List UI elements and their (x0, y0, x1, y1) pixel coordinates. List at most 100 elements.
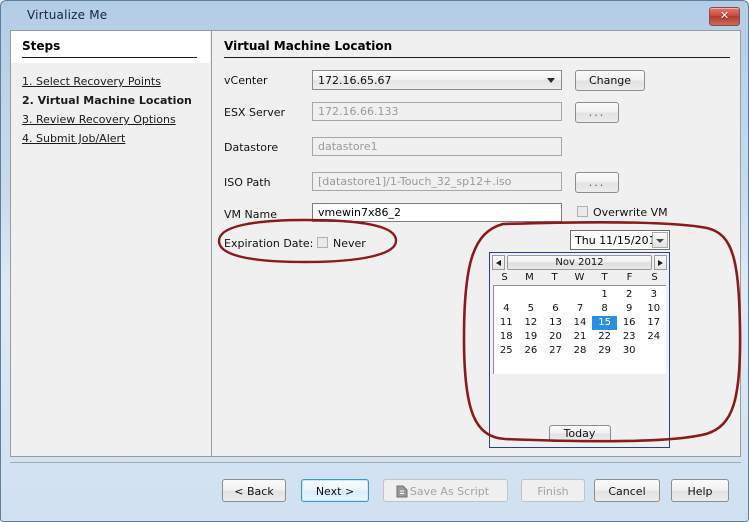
vcenter-value: 172.16.65.67 (318, 74, 391, 87)
vcenter-label: vCenter (224, 74, 268, 87)
steps-sidebar: Steps 1. Select Recovery Points 2. Virtu… (10, 30, 211, 457)
calendar-day[interactable] (641, 344, 666, 358)
calendar-prev-month-button[interactable] (492, 255, 505, 270)
calendar-day[interactable]: 10 (641, 302, 666, 316)
script-icon (396, 485, 408, 498)
expiration-date-label: Expiration Date: (224, 237, 313, 250)
calendar-day[interactable]: 25 (494, 344, 519, 358)
calendar-day[interactable]: 9 (617, 302, 642, 316)
back-button[interactable]: < Back (222, 479, 286, 502)
expiration-date-picker[interactable]: Thu 11/15/2012 (570, 230, 670, 250)
footer-separator (10, 462, 741, 463)
vm-name-input[interactable]: vmewin7x86_2 (312, 203, 562, 222)
close-button[interactable]: ✕ (709, 7, 740, 26)
save-as-script-label: Save As Script (410, 485, 489, 498)
calendar-week: 25 26 27 28 29 30 (494, 344, 666, 358)
help-button[interactable]: Help (671, 479, 729, 502)
cancel-button[interactable]: Cancel (594, 479, 660, 502)
page-title: Virtual Machine Location (224, 39, 392, 53)
steps-heading: Steps (22, 39, 60, 53)
esx-server-field: 172.16.66.133 (312, 102, 562, 121)
calendar-day-selected[interactable]: 15 (592, 316, 617, 330)
calendar-popup[interactable]: Nov 2012 S M T W T F S 1 2 (489, 252, 670, 448)
day-header: S (492, 271, 517, 285)
calendar-day[interactable]: 3 (641, 288, 666, 302)
day-header: T (542, 271, 567, 285)
title-bar: Virtualize Me ✕ (1, 1, 748, 29)
checkbox-icon (577, 206, 588, 217)
sidebar-item-submit-job-alert[interactable]: 4. Submit Job/Alert (22, 132, 207, 145)
dialog-window: Virtualize Me ✕ Steps 1. Select Recovery… (0, 0, 749, 522)
overwrite-vm-checkbox[interactable]: Overwrite VM (577, 206, 668, 219)
calendar-day[interactable]: 26 (519, 344, 544, 358)
day-header: M (517, 271, 542, 285)
content-panel: Virtual Machine Location vCenter 172.16.… (211, 30, 741, 457)
window-title: Virtualize Me (27, 8, 107, 22)
iso-path-field: [datastore1]/1-Touch_32_sp12+.iso (312, 172, 562, 191)
iso-path-browse-button[interactable]: ... (575, 172, 619, 193)
chevron-down-icon (656, 239, 664, 243)
calendar-day[interactable]: 16 (617, 316, 642, 330)
calendar-next-month-button[interactable] (654, 255, 667, 270)
esx-server-browse-button[interactable]: ... (575, 102, 619, 123)
calendar-day[interactable]: 8 (592, 302, 617, 316)
sidebar-item-select-recovery-points[interactable]: 1. Select Recovery Points (22, 75, 207, 88)
calendar-day[interactable]: 18 (494, 330, 519, 344)
calendar-month-label[interactable]: Nov 2012 (507, 255, 652, 270)
calendar-day[interactable]: 19 (519, 330, 544, 344)
calendar-day[interactable]: 2 (617, 288, 642, 302)
calendar-day[interactable]: 7 (568, 302, 593, 316)
calendar-day[interactable]: 27 (543, 344, 568, 358)
calendar-day[interactable]: 21 (568, 330, 593, 344)
overwrite-vm-label: Overwrite VM (593, 206, 668, 219)
datastore-label: Datastore (224, 141, 278, 154)
calendar-day[interactable] (568, 288, 593, 302)
calendar-day[interactable]: 5 (519, 302, 544, 316)
calendar-week: 4 5 6 7 8 9 10 (494, 302, 666, 316)
calendar-day[interactable]: 11 (494, 316, 519, 330)
calendar-day[interactable]: 14 (568, 316, 593, 330)
expiration-date-value: Thu 11/15/2012 (575, 234, 663, 247)
expiration-never-checkbox[interactable]: Never (317, 237, 366, 250)
calendar-day[interactable]: 28 (568, 344, 593, 358)
page-title-rule (224, 57, 730, 58)
steps-list: 1. Select Recovery Points 2. Virtual Mac… (22, 75, 207, 151)
sidebar-item-review-recovery-options[interactable]: 3. Review Recovery Options (22, 113, 207, 126)
calendar-day[interactable]: 13 (543, 316, 568, 330)
day-header: S (642, 271, 667, 285)
calendar-day[interactable] (543, 288, 568, 302)
calendar-day[interactable]: 1 (592, 288, 617, 302)
calendar-day[interactable]: 24 (641, 330, 666, 344)
day-header: W (567, 271, 592, 285)
calendar-today-button[interactable]: Today (549, 425, 611, 442)
calendar-day[interactable]: 23 (617, 330, 642, 344)
sidebar-item-virtual-machine-location[interactable]: 2. Virtual Machine Location (22, 94, 207, 107)
vcenter-combobox[interactable]: 172.16.65.67 (312, 70, 562, 90)
next-button[interactable]: Next > (301, 479, 369, 502)
date-dropdown-button[interactable] (652, 232, 668, 248)
calendar-day[interactable]: 17 (641, 316, 666, 330)
expiration-never-label: Never (333, 237, 366, 250)
day-header: T (592, 271, 617, 285)
chevron-right-icon (658, 260, 663, 266)
datastore-field: datastore1 (312, 137, 562, 156)
close-icon: ✕ (710, 8, 739, 24)
calendar-day[interactable]: 20 (543, 330, 568, 344)
calendar-grid: 1 2 3 4 5 6 7 8 9 10 11 12 13 14 (493, 285, 666, 374)
calendar-day[interactable] (494, 288, 519, 302)
change-button[interactable]: Change (575, 70, 645, 91)
calendar-day[interactable]: 30 (617, 344, 642, 358)
calendar-day[interactable]: 4 (494, 302, 519, 316)
calendar-day-headers: S M T W T F S (492, 271, 667, 285)
calendar-day[interactable]: 6 (543, 302, 568, 316)
finish-button: Finish (521, 479, 585, 502)
calendar-day[interactable]: 22 (592, 330, 617, 344)
footer-bar: < Back Next > Save As Script Finish Canc… (1, 467, 749, 517)
day-header: F (617, 271, 642, 285)
calendar-day[interactable]: 12 (519, 316, 544, 330)
iso-path-label: ISO Path (224, 176, 271, 189)
checkbox-icon (317, 237, 328, 248)
calendar-day[interactable]: 29 (592, 344, 617, 358)
calendar-day[interactable] (519, 288, 544, 302)
steps-heading-rule (22, 57, 197, 58)
